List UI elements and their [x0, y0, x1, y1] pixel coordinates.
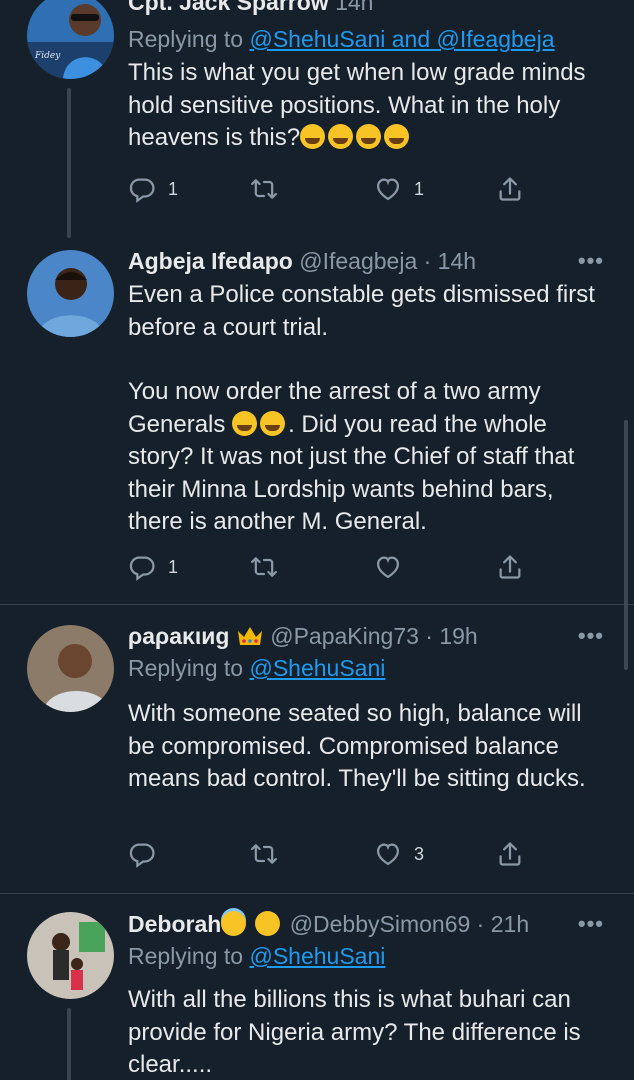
more-options-button[interactable]: •••	[578, 623, 604, 649]
thread-connector	[67, 1008, 71, 1080]
avatar[interactable]: Fidey	[27, 0, 114, 79]
tweet-header: ρaρaκιиg @PapaKing73 · 19h	[128, 620, 610, 652]
tweet-text: Even a Police constable gets dismissed f…	[128, 279, 610, 344]
rofl-emoji-icon	[232, 410, 258, 436]
display-name[interactable]: Cpt. Jack Sparrow	[128, 0, 329, 15]
replying-to: Replying to @ShehuSani and @Ifeagbeja	[128, 23, 610, 55]
rofl-emoji-icon	[328, 124, 354, 149]
display-name[interactable]: Agbeja Ifedapo	[128, 248, 293, 274]
heart-icon	[374, 840, 402, 868]
replying-to-mention[interactable]: @ShehuSani and @Ifeagbeja	[249, 26, 554, 52]
rofl-emoji-icon	[356, 124, 382, 149]
tweet-2[interactable]: Agbeja Ifedapo @Ifeagbeja · 14h Even a P…	[0, 240, 634, 604]
retweet-icon	[250, 840, 278, 868]
heart-icon	[374, 175, 402, 203]
halo-emoji-icon	[221, 911, 247, 936]
share-icon	[496, 175, 524, 203]
heart-icon	[374, 553, 402, 581]
retweet-button[interactable]	[250, 175, 278, 203]
share-button[interactable]	[496, 840, 524, 868]
replying-to-label: Replying to	[128, 26, 244, 52]
scrollbar[interactable]	[624, 420, 628, 670]
user-handle[interactable]: @PapaKing73 · 19h	[270, 623, 478, 649]
retweet-button[interactable]	[250, 553, 278, 581]
reply-button[interactable]: 1	[128, 553, 178, 581]
like-count: 3	[414, 843, 425, 864]
thread-connector	[67, 88, 71, 238]
tweet-text-paragraph: Even a Police constable gets dismissed f…	[128, 281, 602, 341]
avatar[interactable]	[27, 912, 114, 999]
heart-eyes-emoji-icon	[255, 911, 281, 936]
replying-to-label: Replying to	[128, 943, 244, 969]
tweet-text: You now order the arrest of a two army G…	[128, 376, 610, 539]
tweet-header: Deborah @DebbySimon69 · 21h	[128, 908, 610, 940]
tweet-4[interactable]: Deborah @DebbySimon69 · 21h Replying to …	[0, 894, 634, 1080]
rofl-emoji-icon	[384, 124, 410, 149]
like-button[interactable]	[374, 553, 402, 581]
display-name[interactable]: Deborah	[128, 911, 221, 937]
replying-to-label: Replying to	[128, 655, 244, 681]
more-options-button[interactable]: •••	[578, 911, 604, 937]
retweet-icon	[250, 553, 278, 581]
avatar[interactable]	[27, 250, 114, 337]
replying-to: Replying to @ShehuSani	[128, 652, 610, 684]
like-button[interactable]: 1	[374, 175, 424, 203]
tweet-header: Cpt. Jack Sparrow 14h	[128, 0, 610, 18]
reply-count: 1	[168, 556, 179, 577]
like-button[interactable]: 3	[374, 840, 424, 868]
replying-to-mention[interactable]: @ShehuSani	[249, 943, 385, 969]
share-button[interactable]	[496, 553, 524, 581]
tweet-text: With all the billions this is what buhar…	[128, 986, 588, 1078]
tweet-text: This is what you get when low grade mind…	[128, 57, 610, 155]
tweet-time[interactable]: 14h	[335, 0, 373, 15]
tweet-text: With someone seated so high, balance wil…	[128, 700, 589, 792]
more-options-button[interactable]: •••	[578, 248, 604, 274]
share-icon	[496, 840, 524, 868]
reply-button[interactable]	[128, 840, 156, 868]
rofl-emoji-icon	[300, 124, 326, 149]
reply-icon	[128, 553, 156, 581]
joy-emoji-icon	[260, 410, 286, 436]
reply-count: 1	[168, 178, 179, 199]
svg-text:Fidey: Fidey	[34, 51, 61, 61]
replying-to: Replying to @ShehuSani	[128, 940, 610, 972]
user-handle[interactable]: @DebbySimon69 · 21h	[290, 911, 529, 937]
tweet-3[interactable]: ρaρaκιиg @PapaKing73 · 19h Replying to @…	[0, 605, 634, 893]
like-count: 1	[414, 178, 425, 199]
share-icon	[496, 553, 524, 581]
crown-emoji-icon	[237, 627, 262, 645]
user-handle[interactable]: @Ifeagbeja · 14h	[299, 248, 476, 274]
retweet-icon	[250, 175, 278, 203]
retweet-button[interactable]	[250, 840, 278, 868]
display-name[interactable]: ρaρaκιиg	[128, 623, 229, 649]
tweet-header: Agbeja Ifedapo @Ifeagbeja · 14h	[128, 245, 610, 277]
share-button[interactable]	[496, 175, 524, 203]
reply-icon	[128, 175, 156, 203]
replying-to-mention[interactable]: @ShehuSani	[249, 655, 385, 681]
avatar[interactable]	[27, 625, 114, 712]
reply-button[interactable]: 1	[128, 175, 178, 203]
reply-icon	[128, 840, 156, 868]
tweet-1[interactable]: Fidey Cpt. Jack Sparrow 14h Replying to …	[0, 0, 634, 240]
